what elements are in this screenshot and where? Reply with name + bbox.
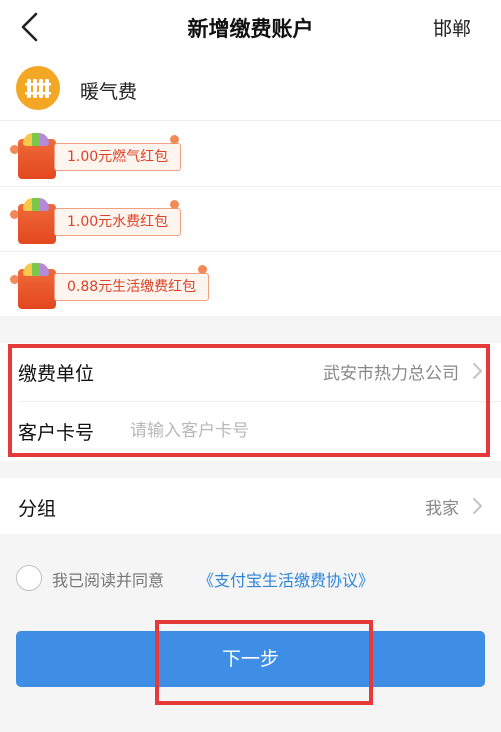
agreement-link[interactable]: 《支付宝生活缴费协议》 [198, 567, 374, 591]
agreement-text: 我已阅读并同意 [52, 571, 165, 590]
coupon-label: 0.88元生活缴费红包 [54, 273, 210, 301]
agree-checkbox[interactable] [16, 565, 42, 591]
service-name: 暖气费 [80, 81, 138, 103]
group-value: 我家 [425, 499, 459, 519]
coupon-label: 1.00元燃气红包 [54, 143, 182, 171]
group-label: 分组 [18, 498, 57, 520]
highlight-box [155, 620, 373, 705]
fruit-icon [23, 263, 49, 276]
chevron-right-icon [473, 498, 482, 514]
service-row: 暖气费 [0, 54, 501, 121]
highlight-box [8, 344, 490, 457]
nav-bar: 新增缴费账户 邯郸 [0, 0, 501, 54]
group-row[interactable]: 分组 我家 [0, 478, 501, 534]
coupon-row: 1.00元水费红包 [0, 186, 501, 252]
service-section: 暖气费 1.00元燃气红包 1.00元水费红包 0.88元生活缴费红包 [0, 54, 501, 316]
radiator-icon [16, 66, 60, 110]
fruit-icon [23, 198, 49, 211]
coupon-row: 0.88元生活缴费红包 [0, 251, 501, 316]
fruit-icon [23, 133, 49, 146]
city-selector[interactable]: 邯郸 [433, 14, 471, 41]
page-title: 新增缴费账户 [187, 17, 314, 41]
coupon-row: 1.00元燃气红包 [0, 121, 501, 187]
coupon-label: 1.00元水费红包 [54, 208, 182, 236]
